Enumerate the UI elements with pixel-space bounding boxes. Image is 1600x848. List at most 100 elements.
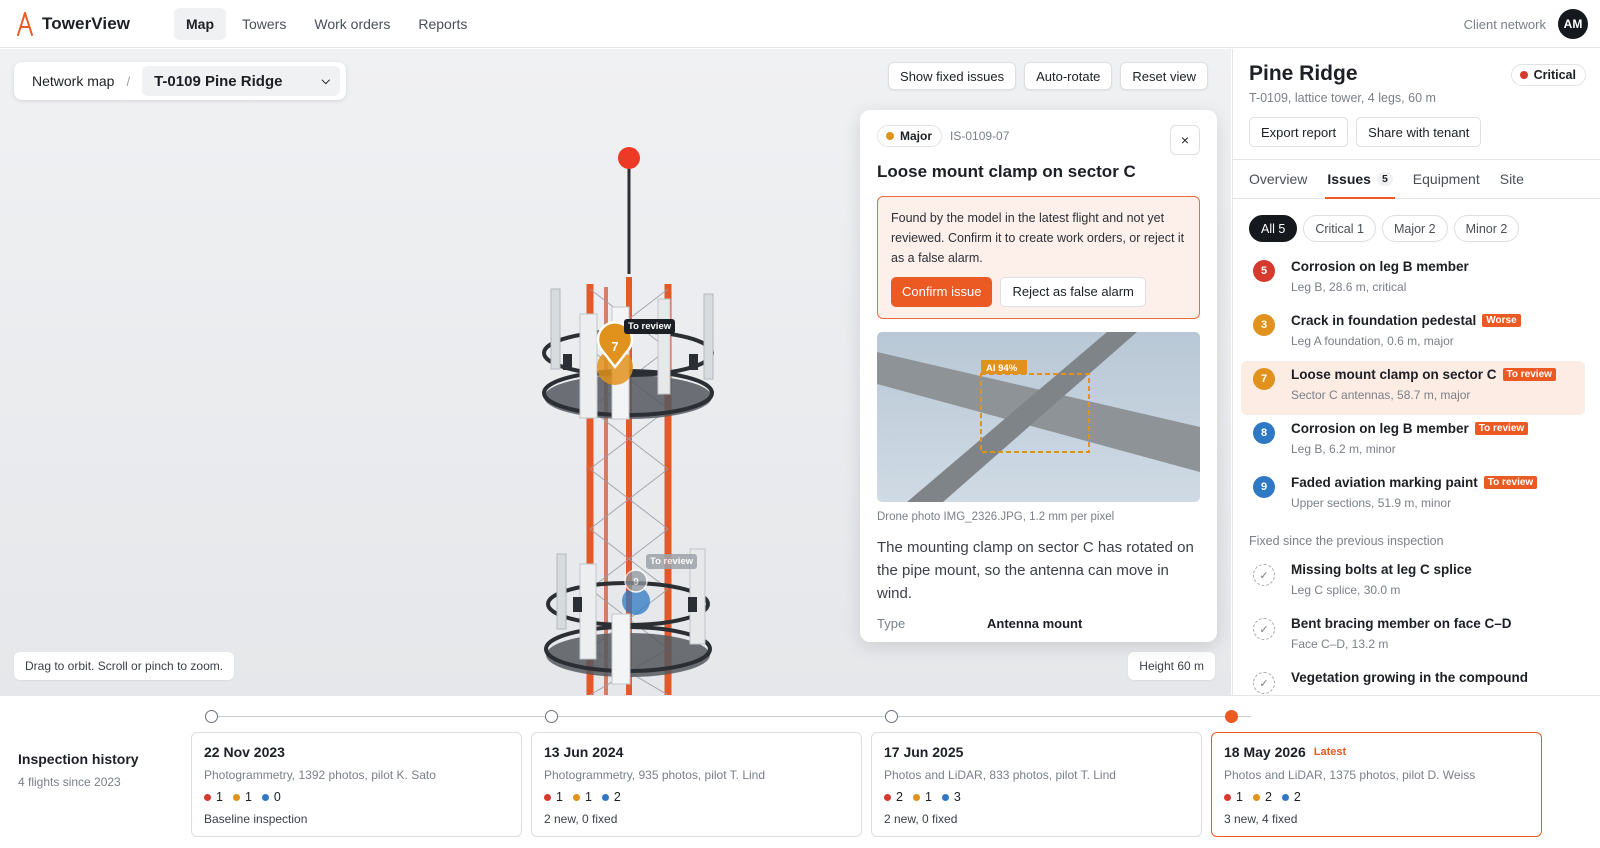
tab-overview[interactable]: Overview <box>1249 160 1307 198</box>
issue-item-selected[interactable]: 7 Loose mount clamp on sector C To review… <box>1241 361 1585 415</box>
issue-pin-9[interactable]: 9 <box>622 569 650 615</box>
fixed-section-heading: Fixed since the previous inspection <box>1249 534 1444 548</box>
confirm-issue-button[interactable]: Confirm issue <box>891 277 993 307</box>
tab-site[interactable]: Site <box>1500 160 1524 198</box>
fixed-issue-item[interactable]: ✓ Missing bolts at leg C splice Leg C sp… <box>1249 556 1593 610</box>
flight-issue-counts: 2 1 3 <box>884 790 1189 804</box>
reset-view-button[interactable]: Reset view <box>1120 62 1208 90</box>
check-icon: ✓ <box>1253 564 1275 586</box>
timeline-title: Inspection history <box>18 751 139 767</box>
major-count: 1 <box>584 790 592 804</box>
review-notice-text: Found by the model in the latest flight … <box>891 211 1185 265</box>
flight-card[interactable]: 13 Jun 2024 Photogrammetry, 935 photos, … <box>531 732 862 837</box>
issue-item-title: Loose mount clamp on sector C <box>1291 367 1497 382</box>
issue-item[interactable]: 5 Corrosion on leg B member Leg B, 28.6 … <box>1249 253 1593 307</box>
drone-photo[interactable]: AI 94% <box>877 332 1200 502</box>
share-with-tenant-button[interactable]: Share with tenant <box>1356 117 1482 147</box>
major-count: 1 <box>924 790 932 804</box>
app-logo[interactable]: TowerView <box>16 11 152 36</box>
tower-logo-icon <box>17 11 33 36</box>
flight-description: Photos and LiDAR, 833 photos, pilot T. L… <box>884 768 1116 782</box>
tower-select-value: T-0109 Pine Ridge <box>154 72 283 90</box>
filter-critical[interactable]: Critical 1 <box>1303 215 1376 242</box>
flight-description: Photos and LiDAR, 1375 photos, pilot D. … <box>1224 768 1476 782</box>
avatar[interactable]: AM <box>1558 9 1588 39</box>
status-badge: Critical <box>1510 64 1586 86</box>
flight-date: 18 May 2026 <box>1224 744 1306 760</box>
issue-detail-card: Major IS-0109-07 × Loose mount clamp on … <box>860 110 1217 642</box>
filter-all[interactable]: All 5 <box>1249 215 1298 242</box>
flight-issue-counts: 1 1 2 <box>544 790 849 804</box>
timeline-node-current[interactable] <box>1225 710 1238 723</box>
issue-item-title: Corrosion on leg B member <box>1291 421 1469 436</box>
client-network-link[interactable]: Client network <box>1464 17 1546 32</box>
nav-reports[interactable]: Reports <box>406 8 479 40</box>
issue-title: Loose mount clamp on sector C <box>877 162 1136 181</box>
issue-type-row: Type Antenna mount <box>877 616 1200 631</box>
check-icon: ✓ <box>1253 618 1275 640</box>
auto-rotate-button[interactable]: Auto-rotate <box>1024 62 1113 90</box>
breadcrumb-separator: / <box>126 73 131 89</box>
minor-count: 3 <box>953 790 961 804</box>
timeline-node[interactable] <box>545 710 558 723</box>
issue-number-badge: 8 <box>1253 422 1275 444</box>
timeline-subtitle: 4 flights since 2023 <box>18 775 121 789</box>
issue-header: Major IS-0109-07 <box>877 125 1200 147</box>
fixed-issue-item[interactable]: ✓ Vegetation growing in the compound <box>1249 664 1593 695</box>
status-dot <box>1519 71 1528 79</box>
nav-map[interactable]: Map <box>174 7 226 40</box>
issue-id: IS-0109-07 <box>950 129 1010 143</box>
filter-minor[interactable]: Minor 2 <box>1453 215 1520 242</box>
drone-photo-image: AI 94% <box>877 332 1200 502</box>
major-count: 1 <box>244 790 252 804</box>
panel-tabs: Overview Issues 5 Equipment Site <box>1233 159 1600 199</box>
tab-equipment[interactable]: Equipment <box>1413 160 1480 198</box>
tower-subtitle: T-0109, lattice tower, 4 legs, 60 m <box>1249 91 1436 105</box>
issue-item-title: Crack in foundation pedestal <box>1291 313 1477 328</box>
tab-issues-label: Issues <box>1327 171 1371 187</box>
issue-item-title: Faded aviation marking paint <box>1291 475 1478 490</box>
severity-dot <box>886 132 894 140</box>
main-nav: Map Towers Work orders Reports <box>174 7 479 40</box>
issue-item[interactable]: 3 Crack in foundation pedestal Worse Leg … <box>1249 307 1593 361</box>
timeline-node[interactable] <box>205 710 218 723</box>
to-review-tag: To review <box>1502 368 1556 381</box>
flight-card[interactable]: 17 Jun 2025 Photos and LiDAR, 833 photos… <box>871 732 1202 837</box>
export-report-button[interactable]: Export report <box>1249 117 1349 147</box>
fixed-issue-title: Vegetation growing in the compound <box>1291 670 1528 685</box>
aviation-beacon <box>618 147 640 169</box>
orbit-hint: Drag to orbit. Scroll or pinch to zoom. <box>14 652 235 680</box>
panel-actions: Export report Share with tenant <box>1249 117 1482 147</box>
issue-item-title: Corrosion on leg B member <box>1291 259 1469 274</box>
tower-select[interactable]: T-0109 Pine Ridge ⌵ <box>142 66 340 96</box>
pin-7-review-label: To review <box>624 319 676 334</box>
reject-false-alarm-button[interactable]: Reject as false alarm <box>1000 277 1146 307</box>
chevron-down-icon: ⌵ <box>321 74 330 87</box>
issue-number-badge: 5 <box>1253 260 1275 282</box>
issue-item[interactable]: 9 Faded aviation marking paint To review … <box>1249 469 1593 523</box>
nav-work-orders[interactable]: Work orders <box>302 8 402 40</box>
tab-issues[interactable]: Issues 5 <box>1325 160 1396 199</box>
status-label: Critical <box>1533 68 1576 82</box>
filter-major[interactable]: Major 2 <box>1381 215 1448 242</box>
issue-number-badge: 9 <box>1253 476 1275 498</box>
nav-towers[interactable]: Towers <box>230 8 298 40</box>
flight-card-latest[interactable]: 18 May 2026 Latest Photos and LiDAR, 1375… <box>1211 732 1542 837</box>
close-icon[interactable]: × <box>1170 125 1200 155</box>
flight-date: 17 Jun 2025 <box>884 744 964 760</box>
svg-text:7: 7 <box>611 339 618 354</box>
issue-item-location: Leg A foundation, 0.6 m, major <box>1291 334 1454 348</box>
issue-item[interactable]: 8 Corrosion on leg B member To review Leg… <box>1249 415 1593 469</box>
flight-card[interactable]: 22 Nov 2023 Photogrammetry, 1392 photos,… <box>191 732 522 837</box>
flight-note: 3 new, 4 fixed <box>1224 812 1298 826</box>
critical-count: 2 <box>896 790 903 804</box>
fixed-issue-item[interactable]: ✓ Bent bracing member on face C–D Face C… <box>1249 610 1593 664</box>
flight-note: 2 new, 0 fixed <box>544 812 618 826</box>
timeline-node[interactable] <box>885 710 898 723</box>
flight-date: 22 Nov 2023 <box>204 744 285 760</box>
critical-count: 1 <box>1236 790 1243 804</box>
critical-count: 1 <box>556 790 563 804</box>
show-fixed-issues-button[interactable]: Show fixed issues <box>888 62 1017 90</box>
breadcrumb-network-map[interactable]: Network map <box>32 73 114 89</box>
tab-equipment-label: Equipment <box>1412 171 1480 187</box>
